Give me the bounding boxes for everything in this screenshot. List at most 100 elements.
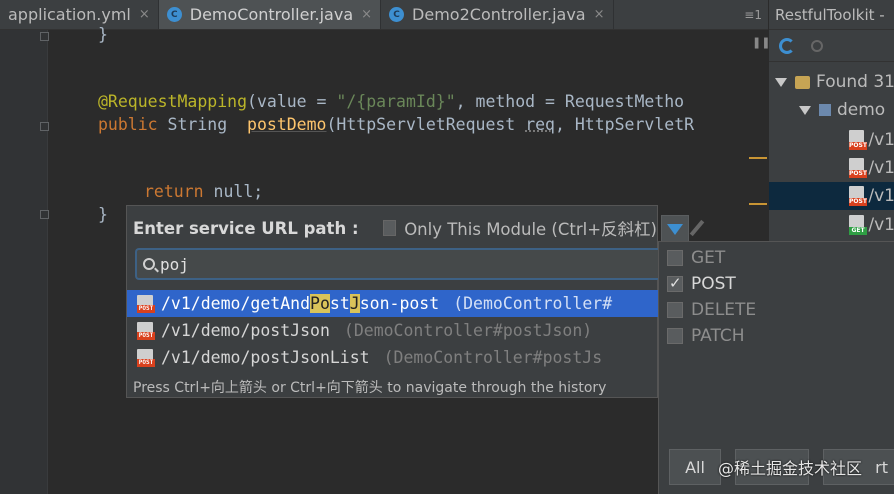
only-this-module-label[interactable]: Only This Module (Ctrl+反斜杠)	[404, 216, 657, 240]
result-path: /v1/demo/getAndPostJson-post	[161, 294, 440, 313]
post-method-icon: POST	[849, 186, 867, 206]
method-label: DELETE	[691, 300, 757, 320]
tree-node-endpoint[interactable]: POST /v1	[849, 126, 894, 154]
post-method-icon: POST	[849, 130, 867, 150]
tab-label: Demo2Controller.java	[412, 5, 586, 24]
checkbox[interactable]	[667, 274, 683, 292]
tree-node-endpoint[interactable]: POST /v1	[849, 154, 894, 182]
fold-marker-icon[interactable]	[40, 210, 49, 219]
get-method-icon: GET	[849, 215, 867, 235]
tree-node-endpoint[interactable]: GET /v1	[849, 211, 894, 239]
fold-marker-icon[interactable]	[40, 32, 49, 41]
code-line-return[interactable]: return null;	[144, 181, 263, 203]
checkbox[interactable]	[667, 328, 683, 344]
code-token: req	[525, 115, 555, 134]
tab-democontroller[interactable]: C DemoController.java ×	[158, 0, 382, 29]
code-line-1[interactable]: }	[98, 24, 108, 46]
result-path: /v1/demo/postJsonList	[161, 348, 370, 367]
code-token: @RequestMapping	[98, 92, 248, 111]
expand-arrow-icon[interactable]	[799, 105, 811, 115]
tree-node-label: /v1	[868, 130, 894, 150]
code-token: "/{paramId}"	[336, 92, 456, 111]
tree-node-label: Found 31	[816, 72, 894, 92]
popup-label: Enter service URL path :	[133, 218, 359, 238]
warning-marker	[749, 157, 767, 159]
editor-gutter	[0, 30, 49, 494]
filter-icon	[667, 223, 683, 235]
history-hint: Press Ctrl+向上箭头 or Ctrl+向下箭头 to navigate…	[133, 380, 607, 396]
editor-tab-bar: application.yml × C DemoController.java …	[0, 0, 768, 30]
tree-node-endpoint-selected[interactable]: POST /v1	[769, 182, 894, 210]
code-line-close[interactable]: }	[98, 204, 108, 226]
checkbox[interactable]	[667, 302, 683, 318]
java-class-icon: C	[389, 7, 405, 22]
fold-marker-icon[interactable]	[40, 122, 49, 131]
tab-label: application.yml	[8, 5, 131, 24]
method-patch-checkbox[interactable]: PATCH	[667, 326, 745, 346]
post-method-icon: POST	[849, 158, 867, 178]
expand-arrow-icon[interactable]	[775, 77, 787, 87]
tab-label: DemoController.java	[189, 5, 354, 24]
watermark: @稀土掘金技术社区	[718, 459, 863, 478]
close-icon[interactable]: ×	[361, 7, 372, 22]
method-label: GET	[691, 248, 726, 268]
method-post-checkbox[interactable]: POST	[667, 274, 736, 294]
popup-header: Enter service URL path : Only This Modul…	[127, 206, 657, 250]
search-icon[interactable]	[811, 39, 823, 52]
module-icon	[819, 104, 831, 116]
tree-node-label: /v1	[868, 215, 894, 235]
close-icon[interactable]: ×	[139, 7, 150, 22]
folder-icon	[795, 75, 811, 89]
code-token: String	[157, 115, 248, 134]
code-token: return	[144, 182, 204, 201]
panel-toolbar	[769, 30, 894, 62]
checkbox[interactable]	[667, 250, 683, 266]
panel-title: RestfulToolkit -	[769, 0, 894, 30]
code-token: public	[98, 115, 158, 134]
method-label: POST	[691, 274, 736, 294]
result-path: /v1/demo/postJson	[161, 321, 330, 340]
tab-list-menu[interactable]: ≡1	[738, 0, 768, 29]
warning-marker	[749, 203, 767, 205]
code-token: }	[98, 25, 108, 44]
tab-demo2controller[interactable]: C Demo2Controller.java ×	[381, 0, 614, 29]
close-icon[interactable]: ×	[594, 7, 605, 22]
code-token: postDemo	[247, 115, 327, 134]
post-method-icon: POST	[137, 348, 155, 367]
method-get-checkbox[interactable]: GET	[667, 248, 725, 268]
tab-application-yml[interactable]: application.yml ×	[0, 0, 159, 29]
code-token: , HttpServletR	[555, 115, 695, 134]
code-token: }	[98, 205, 108, 224]
result-item-selected[interactable]: POST /v1/demo/getAndPostJson-post (DemoC…	[127, 290, 659, 317]
result-item[interactable]: POST /v1/demo/postJson (DemoController#p…	[127, 317, 659, 344]
java-class-icon: C	[166, 7, 182, 22]
only-this-module-checkbox[interactable]	[382, 220, 397, 236]
result-hint: (DemoController#postJson)	[343, 321, 593, 340]
filter-button[interactable]	[661, 215, 689, 243]
results-list: POST /v1/demo/getAndPostJson-post (DemoC…	[127, 290, 659, 371]
result-hint: (DemoController#	[453, 294, 613, 313]
result-item[interactable]: POST /v1/demo/postJsonList (DemoControll…	[127, 344, 659, 371]
code-token: (HttpServletRequest	[326, 115, 526, 134]
tree-node-label: /v1	[868, 186, 894, 206]
tree-node-module[interactable]: demo	[799, 96, 894, 124]
search-input[interactable]: poj	[135, 248, 659, 280]
post-method-icon: POST	[137, 294, 155, 313]
select-all-button[interactable]: All	[669, 449, 721, 485]
tree-node-label: /v1	[868, 158, 894, 178]
method-label: PATCH	[691, 326, 745, 346]
tree-node-found[interactable]: Found 31	[775, 68, 894, 96]
code-token: (value =	[247, 92, 337, 111]
search-icon	[143, 258, 155, 270]
code-line-annotation[interactable]: @RequestMapping(value = "/{paramId}", me…	[98, 91, 684, 113]
result-hint: (DemoController#postJs	[383, 348, 603, 367]
pin-icon[interactable]	[689, 219, 705, 237]
goto-service-popup: Enter service URL path : Only This Modul…	[126, 205, 705, 398]
refresh-icon[interactable]	[779, 37, 795, 54]
search-input-value[interactable]: poj	[160, 255, 189, 274]
method-delete-checkbox[interactable]: DELETE	[667, 300, 756, 320]
code-token: , method = RequestMetho	[455, 92, 685, 111]
code-line-declaration[interactable]: public String postDemo(HttpServletReques…	[98, 114, 694, 136]
post-method-icon: POST	[137, 321, 155, 340]
tree-node-label: demo	[837, 100, 886, 120]
